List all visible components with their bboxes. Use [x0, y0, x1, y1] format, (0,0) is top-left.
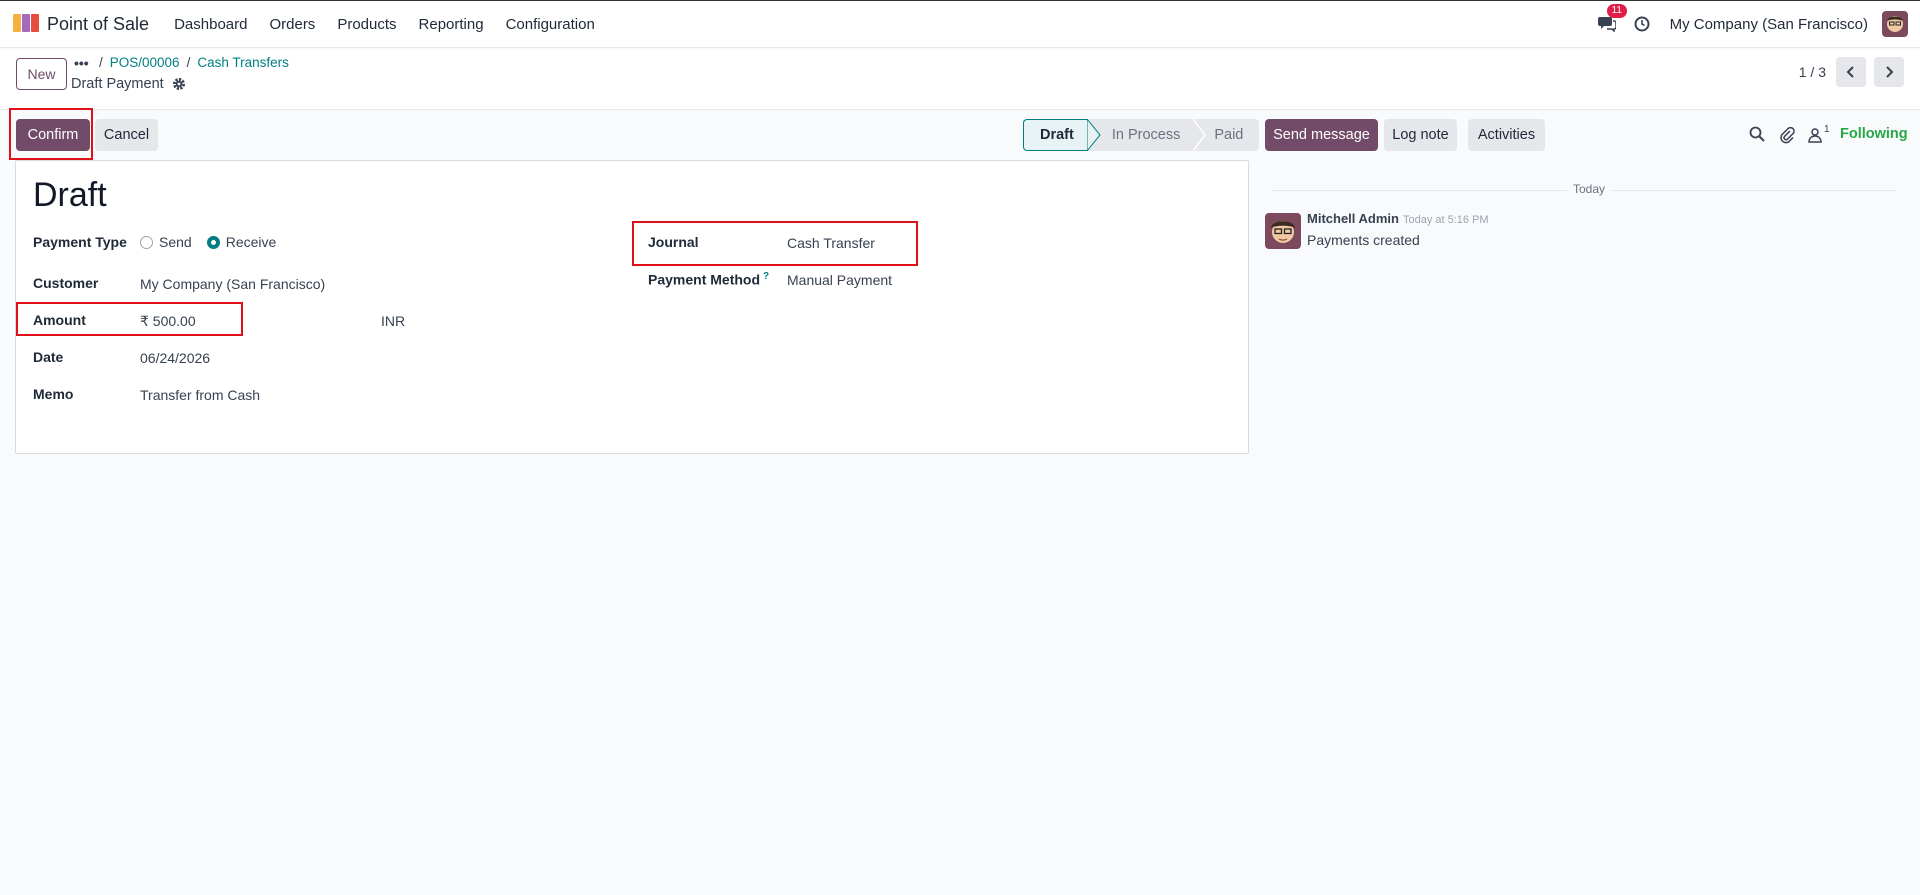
- amount-highlight-box: [16, 302, 243, 336]
- payment-state-title: Draft: [33, 176, 107, 214]
- followers-button[interactable]: 1: [1808, 124, 1830, 143]
- journal-highlight-box: [632, 221, 918, 266]
- log-note-button[interactable]: Log note: [1384, 119, 1457, 151]
- payment-type-label: Payment Type: [33, 234, 127, 250]
- payment-method-field[interactable]: Manual Payment: [787, 272, 892, 288]
- app-name[interactable]: Point of Sale: [47, 14, 149, 35]
- payment-method-label: Payment Method?: [648, 271, 769, 288]
- control-panel: New ••• / POS/00006 / Cash Transfers Dra…: [0, 49, 1920, 110]
- paperclip-icon[interactable]: [1779, 126, 1795, 144]
- customer-label: Customer: [33, 275, 99, 291]
- payment-type-radio-group: Send Receive: [140, 234, 276, 250]
- pager-value[interactable]: 1 / 3: [1799, 64, 1826, 80]
- stage-label: In Process: [1111, 127, 1181, 143]
- date-field[interactable]: 06/24/2026: [140, 350, 210, 366]
- chevron-left-icon: [1846, 66, 1854, 78]
- notification-badge: 11: [1606, 4, 1627, 18]
- menu-configuration[interactable]: Configuration: [495, 16, 606, 33]
- memo-label: Memo: [33, 386, 74, 402]
- record-title: Draft Payment: [71, 76, 186, 92]
- pager: 1 / 3: [1799, 57, 1904, 87]
- breadcrumb-cash-transfers[interactable]: Cash Transfers: [197, 55, 289, 70]
- breadcrumb-more[interactable]: •••: [74, 55, 89, 71]
- stage-label: Draft: [1040, 127, 1074, 143]
- radio-send-label[interactable]: Send: [159, 234, 192, 250]
- date-separator: Today: [1272, 182, 1896, 198]
- message-date: Today at 5:16 PM: [1402, 214, 1489, 226]
- radio-send[interactable]: [140, 235, 153, 249]
- user-avatar[interactable]: [1882, 11, 1908, 37]
- confirm-highlight-box: [9, 108, 93, 160]
- date-label: Date: [33, 349, 64, 365]
- menu-products[interactable]: Products: [326, 16, 407, 33]
- payment-method-label-text: Payment Method: [648, 271, 761, 288]
- menu-reporting[interactable]: Reporting: [408, 16, 495, 33]
- message-author[interactable]: Mitchell Admin: [1307, 211, 1399, 226]
- breadcrumb-pos-order[interactable]: POS/00006: [110, 55, 180, 70]
- help-tooltip-icon[interactable]: ?: [763, 271, 769, 282]
- company-switcher[interactable]: My Company (San Francisco): [1670, 16, 1868, 33]
- memo-field[interactable]: Transfer from Cash: [140, 387, 260, 403]
- breadcrumb: / POS/00006 / Cash Transfers: [99, 55, 289, 70]
- customer-field[interactable]: My Company (San Francisco): [140, 276, 325, 292]
- pos-app-icon[interactable]: [13, 14, 39, 34]
- stage-label: Paid: [1214, 127, 1244, 143]
- currency-field[interactable]: INR: [381, 313, 405, 329]
- pager-next-button[interactable]: [1874, 57, 1904, 87]
- menu-dashboard[interactable]: Dashboard: [163, 16, 258, 33]
- radio-receive-label[interactable]: Receive: [226, 234, 277, 250]
- breadcrumb-separator: /: [186, 55, 191, 70]
- status-bar: Draft In Process Paid: [1023, 119, 1260, 151]
- following-button[interactable]: Following: [1840, 126, 1908, 142]
- message-author-avatar[interactable]: [1265, 213, 1301, 249]
- message-header: Mitchell Admin Today at 5:16 PM: [1307, 211, 1489, 226]
- followers-count: 1: [1824, 124, 1830, 135]
- menu-orders[interactable]: Orders: [258, 16, 326, 33]
- date-separator-label: Today: [1567, 182, 1612, 196]
- messages-icon[interactable]: 11: [1596, 4, 1627, 35]
- record-title-text: Draft Payment: [71, 76, 164, 92]
- pager-previous-button[interactable]: [1836, 57, 1866, 87]
- chevron-right-icon: [1886, 66, 1894, 78]
- user-icon: [1808, 128, 1822, 143]
- stage-in-process[interactable]: In Process: [1087, 119, 1207, 151]
- activities-button[interactable]: Activities: [1468, 119, 1545, 151]
- radio-receive[interactable]: [206, 235, 220, 249]
- clock-icon[interactable]: [1632, 14, 1652, 34]
- cancel-button[interactable]: Cancel: [95, 119, 158, 151]
- message-body: Payments created: [1307, 232, 1420, 248]
- search-icon[interactable]: [1749, 126, 1765, 142]
- gear-icon[interactable]: [172, 77, 186, 91]
- top-navbar: Point of Sale Dashboard Orders Products …: [0, 0, 1920, 48]
- send-message-button[interactable]: Send message: [1265, 119, 1378, 151]
- breadcrumb-separator: /: [99, 55, 103, 70]
- new-button[interactable]: New: [16, 58, 67, 90]
- stage-draft[interactable]: Draft: [1023, 119, 1101, 151]
